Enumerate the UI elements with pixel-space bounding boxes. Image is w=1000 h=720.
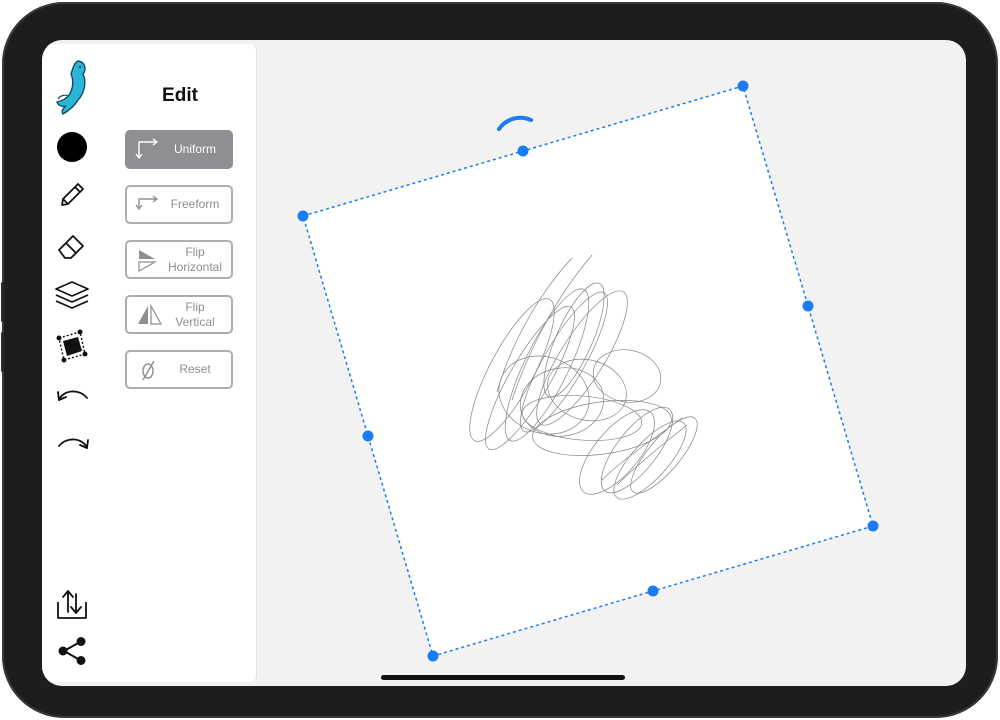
handle-bottom-left[interactable] (427, 650, 439, 662)
volume-button (1, 282, 4, 322)
handle-top-middle[interactable] (517, 145, 529, 157)
handle-bottom-middle[interactable] (647, 585, 659, 597)
uniform-label: Uniform (173, 142, 216, 156)
handle-middle-right[interactable] (802, 300, 814, 312)
freeform-button[interactable]: Freeform (125, 185, 233, 224)
app-screen: Edit Uniform Freeform Flip Horizontal Fl… (42, 40, 966, 686)
redo-arrow-icon[interactable] (55, 432, 91, 454)
pencil-icon[interactable] (56, 179, 88, 211)
edit-panel-title: Edit (162, 85, 198, 106)
reset-button[interactable]: Reset (125, 350, 233, 389)
flip-horizontal-label-line1: Flip (185, 244, 205, 259)
rotate-arc-icon[interactable] (497, 115, 533, 131)
eraser-icon[interactable] (55, 230, 89, 262)
flip-horizontal-icon (138, 249, 158, 272)
handle-bottom-right[interactable] (867, 520, 879, 532)
color-swatch[interactable] (55, 130, 89, 164)
handle-top-left[interactable] (297, 210, 309, 222)
flip-vertical-label-line2: Vertical (175, 314, 215, 329)
ipad-frame: Edit Uniform Freeform Flip Horizontal Fl… (1, 2, 998, 718)
flip-horizontal-button[interactable]: Flip Horizontal (125, 240, 233, 279)
reset-label: Reset (179, 362, 211, 376)
flip-vertical-label-line1: Flip (185, 299, 205, 314)
reset-empty-set-icon (142, 360, 155, 380)
handle-top-right[interactable] (737, 80, 749, 92)
transform-selection-icon[interactable] (54, 328, 90, 364)
volume-button (1, 332, 4, 372)
flip-vertical-icon (138, 303, 163, 325)
uniform-scale-icon (135, 137, 158, 159)
flip-horizontal-label-line2: Horizontal (167, 259, 223, 274)
export-tray-icon[interactable] (54, 586, 90, 622)
home-indicator[interactable] (381, 675, 625, 680)
handle-middle-left[interactable] (362, 430, 374, 442)
freeform-label: Freeform (170, 197, 220, 211)
artboard[interactable] (303, 86, 873, 656)
freeform-scale-icon (135, 194, 158, 210)
share-nodes-icon[interactable] (56, 636, 88, 666)
flip-vertical-label: Flip Vertical (165, 300, 231, 330)
layers-icon[interactable] (54, 279, 90, 313)
flip-horizontal-label: Flip Horizontal (165, 245, 231, 275)
uniform-button[interactable]: Uniform (125, 130, 233, 169)
undo-arrow-icon[interactable] (55, 384, 91, 406)
left-toolbar: Edit Uniform Freeform Flip Horizontal Fl… (42, 44, 257, 682)
dolphin-logo-icon (56, 60, 86, 115)
flip-vertical-button[interactable]: Flip Vertical (125, 295, 233, 334)
